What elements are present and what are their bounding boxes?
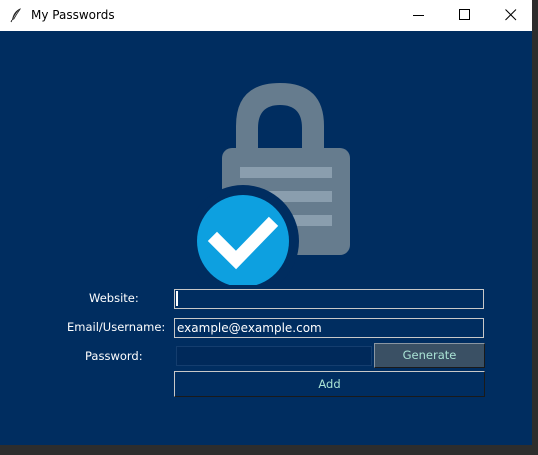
- lock-with-checkmark-icon: [195, 83, 350, 285]
- generate-password-button[interactable]: Generate Password: [374, 343, 485, 385]
- maximize-button[interactable]: [442, 0, 488, 31]
- add-button[interactable]: Add: [174, 371, 485, 397]
- app-window: My Passwords Website: Email/Username: ex…: [0, 0, 532, 445]
- close-icon: [505, 9, 517, 21]
- close-button[interactable]: [488, 0, 532, 31]
- title-bar: My Passwords: [0, 0, 532, 31]
- feather-icon: [8, 7, 24, 23]
- website-label: Website:: [89, 291, 139, 305]
- minimize-icon: [413, 15, 424, 16]
- password-label: Password:: [85, 349, 143, 363]
- email-input[interactable]: [174, 318, 484, 338]
- maximize-icon: [459, 9, 470, 20]
- password-input[interactable]: [176, 346, 372, 366]
- website-input[interactable]: [174, 289, 484, 309]
- window-title: My Passwords: [31, 8, 115, 22]
- text-cursor: [176, 291, 178, 306]
- minimize-button[interactable]: [396, 0, 442, 31]
- email-label: Email/Username:: [67, 320, 166, 334]
